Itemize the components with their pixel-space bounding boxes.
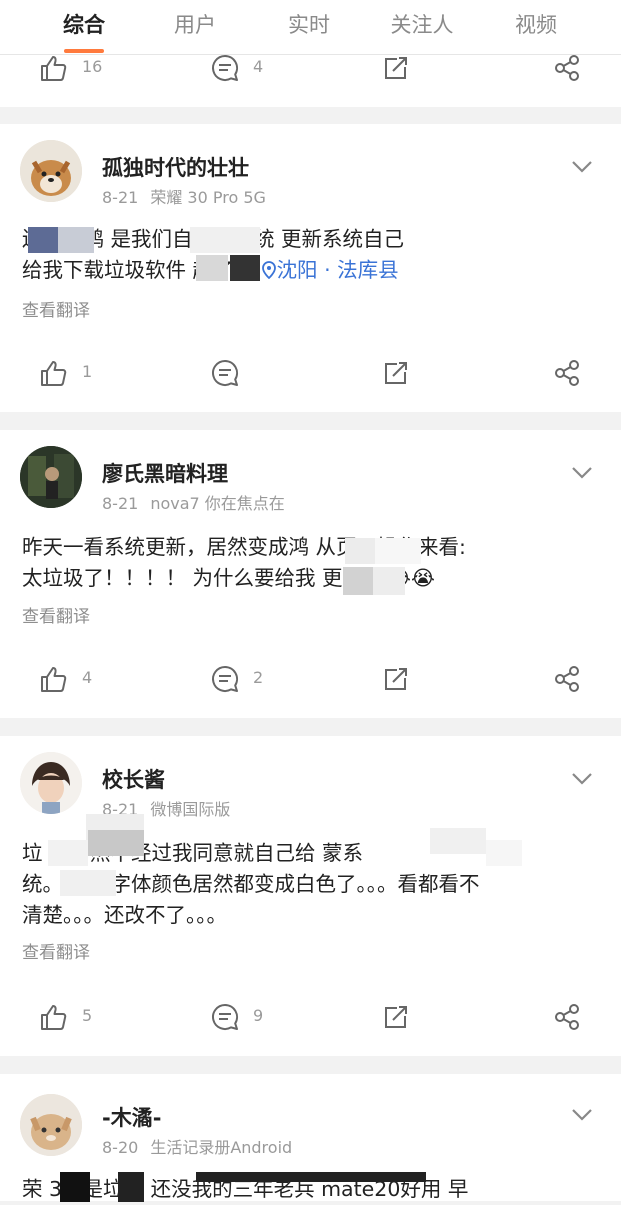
post-actions: 4 2 — [0, 660, 621, 700]
chevron-down-icon[interactable] — [571, 1108, 593, 1122]
username[interactable]: 校长酱 — [102, 764, 165, 794]
mosaic-block — [230, 255, 260, 281]
post-meta: 8-21 荣耀 30 Pro 5G — [102, 184, 266, 208]
location-text: 沈阳 · 法库县 — [276, 258, 399, 282]
username[interactable]: -木潏- — [102, 1102, 161, 1132]
repost-icon[interactable] — [381, 53, 411, 83]
mosaic-block — [375, 538, 421, 564]
post-device: 生活记录册Android — [150, 1138, 293, 1157]
mosaic-block — [60, 1172, 90, 1202]
username[interactable]: 孤独时代的壮壮 — [102, 152, 249, 182]
share-icon[interactable] — [552, 664, 582, 694]
avatar[interactable] — [20, 752, 82, 814]
post-actions: 5 9 — [0, 998, 621, 1038]
tab-users[interactable]: 用户 — [145, 8, 245, 42]
like-count: 4 — [82, 668, 93, 687]
post-text-line: 还得是鸿 是我们自己的系统 更新系统自己 — [22, 227, 405, 251]
post-meta: 8-20 生活记录册Android — [102, 1134, 292, 1158]
chevron-down-icon[interactable] — [571, 466, 593, 480]
mosaic-block — [118, 1172, 144, 1202]
chevron-down-icon[interactable] — [571, 160, 593, 174]
like-icon[interactable] — [38, 53, 68, 83]
avatar[interactable] — [20, 446, 82, 508]
chevron-down-icon[interactable] — [571, 772, 593, 786]
post-card: 廖氏黑暗料理 8-21 nova7 你在焦点在 昨天一看系统更新，居然变成鸿 从页… — [0, 430, 621, 718]
mosaic-block — [48, 840, 88, 866]
post-actions: 1 — [0, 354, 621, 394]
mosaic-block — [196, 255, 228, 281]
mosaic-block — [486, 840, 522, 866]
post-text-line: 昨天一看系统更新，居然变成鸿 从页面操作来看: — [22, 535, 466, 559]
like-icon[interactable] — [38, 358, 68, 388]
comment-count: 4 — [253, 57, 264, 76]
username[interactable]: 廖氏黑暗料理 — [102, 458, 228, 488]
like-count: 1 — [82, 362, 93, 381]
like-count: 16 — [82, 57, 103, 76]
tab-following[interactable]: 关注人 — [372, 8, 472, 42]
avatar[interactable] — [20, 140, 82, 202]
mosaic-block — [28, 227, 58, 253]
comment-icon[interactable] — [210, 53, 240, 83]
post-device: 荣耀 30 Pro 5G — [150, 188, 266, 207]
search-tab-bar: 综合 用户 实时 关注人 视频 — [0, 0, 621, 55]
repost-icon[interactable] — [381, 358, 411, 388]
location-link[interactable]: 沈阳 · 法库县 — [261, 258, 399, 282]
post-card: 孤独时代的壮壮 8-21 荣耀 30 Pro 5G 还得是鸿 是我们自己的系统 更… — [0, 124, 621, 412]
post-text: 还得是鸿 是我们自己的系统 更新系统自己 给我下载垃圾软件 起了？ 沈阳 · 法… — [22, 224, 602, 286]
post-card: 校长酱 8-21 微博国际版 垃 机居然不经过我同意就自己给 蒙系 统。 然后字体… — [0, 736, 621, 1056]
mosaic-block — [190, 227, 260, 253]
share-icon[interactable] — [552, 358, 582, 388]
repost-icon[interactable] — [381, 1002, 411, 1032]
post-date: 8-20 — [102, 1138, 139, 1157]
post-device: 微博国际版 — [150, 800, 231, 819]
mosaic-block — [373, 567, 405, 595]
post-text-line: 给我下载垃圾软件 起了？ 沈阳 · 法库县 — [22, 255, 602, 286]
mosaic-block — [343, 567, 373, 595]
translate-link[interactable]: 查看翻译 — [22, 938, 90, 963]
mosaic-block — [58, 227, 94, 253]
mosaic-block — [345, 538, 375, 564]
like-icon[interactable] — [38, 1002, 68, 1032]
avatar[interactable] — [20, 1094, 82, 1156]
like-icon[interactable] — [38, 664, 68, 694]
comment-icon[interactable] — [210, 664, 240, 694]
comment-count: 2 — [253, 668, 264, 687]
comment-icon[interactable] — [210, 1002, 240, 1032]
tab-realtime[interactable]: 实时 — [259, 8, 359, 42]
post-device: nova7 你在焦点在 — [150, 494, 285, 513]
post-text-line: 清楚。。。还改不了。。。 — [22, 903, 227, 927]
post-meta: 8-21 nova7 你在焦点在 — [102, 490, 285, 514]
tab-comprehensive[interactable]: 综合 — [34, 8, 134, 42]
mosaic-block — [60, 870, 116, 896]
share-icon[interactable] — [552, 1002, 582, 1032]
mosaic-block — [88, 830, 144, 856]
comment-icon[interactable] — [210, 358, 240, 388]
comment-count: 9 — [253, 1006, 264, 1025]
translate-link[interactable]: 查看翻译 — [22, 296, 90, 321]
mosaic-block — [196, 1172, 426, 1182]
mosaic-block — [430, 828, 486, 854]
post-card: 16 4 — [0, 54, 621, 107]
post-text-line: 太垃圾了！！！！ 为什么要给我 更新😭😭😭 — [22, 566, 435, 590]
post-text: 昨天一看系统更新，居然变成鸿 从页面操作来看: 太垃圾了！！！！ 为什么要给我 … — [22, 532, 602, 594]
post-actions: 16 4 — [0, 49, 621, 89]
repost-icon[interactable] — [381, 664, 411, 694]
location-pin-icon — [261, 261, 276, 280]
post-date: 8-21 — [102, 188, 139, 207]
translate-link[interactable]: 查看翻译 — [22, 602, 90, 627]
post-card: -木潏- 8-20 生活记录册Android 荣 3就是垃圾 还没我的三年老兵 m… — [0, 1074, 621, 1202]
share-icon[interactable] — [552, 53, 582, 83]
like-count: 5 — [82, 1006, 93, 1025]
post-date: 8-21 — [102, 494, 139, 513]
tab-video[interactable]: 视频 — [486, 8, 586, 42]
